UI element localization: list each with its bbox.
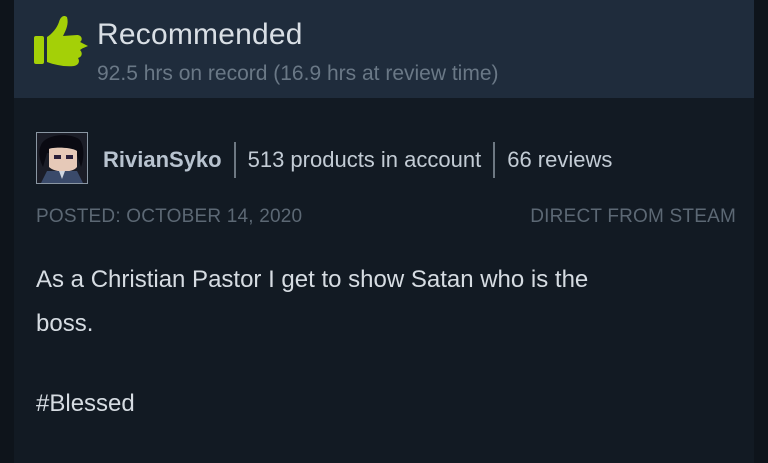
reviews-count[interactable]: 66 reviews <box>507 147 612 173</box>
author-username[interactable]: RivianSyko <box>103 147 222 173</box>
recommended-label: Recommended <box>97 18 303 51</box>
review-text-line: boss. <box>36 310 94 337</box>
thumbs-up-icon <box>33 14 93 74</box>
hours-on-record: 92.5 hrs on record (16.9 hrs at review t… <box>97 62 499 85</box>
products-count[interactable]: 513 products in account <box>248 147 482 173</box>
divider <box>233 142 236 178</box>
avatar-icon[interactable] <box>36 132 88 184</box>
review-source: DIRECT FROM STEAM <box>530 206 736 227</box>
review-header: Recommended 92.5 hrs on record (16.9 hrs… <box>14 0 754 98</box>
review-text-line: As a Christian Pastor I get to show Sata… <box>36 266 589 293</box>
posted-date: POSTED: OCTOBER 14, 2020 <box>36 206 303 227</box>
author-info: RivianSyko 513 products in account 66 re… <box>103 142 612 178</box>
divider <box>493 142 496 178</box>
review-hashtag: #Blessed <box>36 390 135 417</box>
